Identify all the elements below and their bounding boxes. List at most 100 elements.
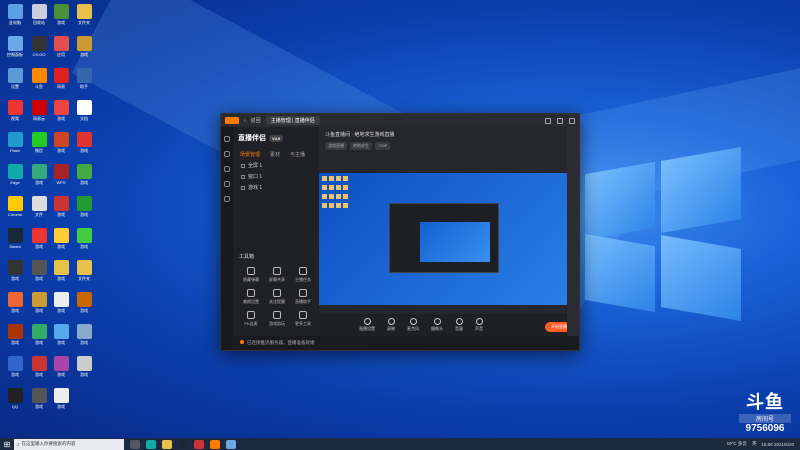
desktop-icon[interactable]: 游戏 bbox=[28, 260, 50, 282]
desktop-icon[interactable]: 游戏 bbox=[50, 196, 72, 218]
checkbox-icon[interactable] bbox=[241, 163, 245, 168]
control-item[interactable]: 摄像头 bbox=[431, 318, 443, 332]
desktop-icon[interactable]: 游戏 bbox=[73, 228, 95, 250]
app-icon[interactable] bbox=[226, 439, 236, 449]
tab-scene[interactable]: 场景管理 bbox=[240, 151, 260, 158]
desktop-icon[interactable]: 游戏 bbox=[73, 164, 95, 186]
scene-item[interactable]: 全屏 1 bbox=[234, 160, 319, 171]
desktop-icon[interactable]: 游戏 bbox=[4, 292, 26, 314]
edge-icon[interactable] bbox=[146, 439, 156, 449]
desktop-icon[interactable]: 游戏 bbox=[73, 356, 95, 378]
desktop-icon[interactable]: WPS bbox=[50, 164, 72, 185]
desktop-icon[interactable]: 游戏 bbox=[50, 228, 72, 250]
desktop-icon[interactable]: 视频 bbox=[4, 100, 26, 122]
explorer-icon[interactable] bbox=[162, 439, 172, 449]
desktop-icon[interactable]: Steam bbox=[4, 228, 26, 249]
tool-item[interactable]: 主播任务 bbox=[290, 267, 316, 283]
tool-item[interactable]: 美颜设置 bbox=[238, 289, 264, 305]
desktop-icon[interactable]: 网易云 bbox=[28, 100, 50, 122]
desktop-icon[interactable]: 文件夹 bbox=[73, 260, 95, 282]
desktop-icon[interactable]: 游戏 bbox=[73, 292, 95, 314]
steam-icon[interactable] bbox=[178, 439, 188, 449]
desktop-icon[interactable]: 应用 bbox=[50, 36, 72, 58]
task-view-icon[interactable] bbox=[130, 439, 140, 449]
settings-icon bbox=[363, 318, 371, 325]
desktop-icon[interactable]: 游戏 bbox=[50, 100, 72, 122]
tool-item[interactable]: 屏幕共享 bbox=[264, 267, 290, 283]
desktop-icon[interactable]: 游戏 bbox=[28, 292, 50, 314]
desktop-icon[interactable]: 游戏 bbox=[73, 324, 95, 346]
tab-anchor[interactable]: 与主播 bbox=[290, 151, 305, 158]
desktop-icon[interactable]: 游戏 bbox=[73, 36, 95, 58]
desktop-icon[interactable]: 游戏 bbox=[50, 356, 72, 378]
checkbox-icon[interactable] bbox=[241, 185, 245, 190]
desktop-icon[interactable]: 网易 bbox=[50, 68, 72, 90]
rail-data-icon[interactable] bbox=[224, 181, 230, 187]
maximize-icon[interactable] bbox=[557, 117, 563, 124]
desktop-icon[interactable]: 游戏 bbox=[73, 132, 95, 154]
desktop-icon[interactable]: QQ bbox=[4, 388, 26, 409]
desktop-icon[interactable]: 回收站 bbox=[28, 4, 50, 26]
desktop-icon[interactable]: Chrome bbox=[4, 196, 26, 217]
desktop-icon[interactable]: 助手 bbox=[73, 68, 95, 90]
desktop-icon[interactable]: 游戏 bbox=[50, 292, 72, 314]
desktop-icon[interactable]: 游戏 bbox=[50, 132, 72, 154]
desktop-icon[interactable]: 斗鱼 bbox=[28, 68, 50, 90]
back-icon[interactable]: ‹ bbox=[244, 118, 246, 124]
tab-main[interactable]: 主播管理 | 直播伴侣 bbox=[265, 116, 320, 125]
desktop-icon[interactable]: 游戏 bbox=[28, 356, 50, 378]
control-item[interactable]: 声音 bbox=[475, 318, 483, 332]
desktop-icon[interactable]: CS:GO bbox=[28, 36, 50, 57]
desktop-icon[interactable]: 游戏 bbox=[50, 324, 72, 346]
nav-back-label[interactable]: 返回 bbox=[251, 117, 261, 124]
tool-item[interactable]: 关注提醒 bbox=[264, 289, 290, 305]
desktop-icon[interactable]: 游戏 bbox=[28, 228, 50, 250]
desktop-icon[interactable]: 游戏 bbox=[73, 196, 95, 218]
desktop-icon[interactable]: 游戏 bbox=[50, 4, 72, 26]
control-item[interactable]: 麦克风 bbox=[407, 318, 419, 332]
desktop-icon[interactable]: 游戏 bbox=[28, 388, 50, 410]
desktop-icon[interactable]: 游戏 bbox=[50, 260, 72, 282]
tool-item[interactable]: 直播助手 bbox=[290, 289, 316, 305]
clock[interactable]: 15:06 2021/5/20 bbox=[761, 442, 794, 447]
start-icon[interactable]: ⊞ bbox=[0, 440, 14, 449]
desktop-icon[interactable]: 游戏 bbox=[28, 324, 50, 346]
desktop-icon[interactable]: Flash bbox=[4, 132, 26, 153]
scene-item[interactable]: 游戏 1 bbox=[234, 182, 319, 193]
rail-settings-icon[interactable] bbox=[224, 196, 230, 202]
desktop-icon[interactable]: 游戏 bbox=[28, 164, 50, 186]
app-icon[interactable] bbox=[194, 439, 204, 449]
tool-item[interactable]: 隐藏弹幕 bbox=[238, 267, 264, 283]
rail-home-icon[interactable] bbox=[224, 136, 230, 142]
language-indicator[interactable]: 英 bbox=[752, 441, 757, 447]
desktop-icon[interactable]: 文件夹 bbox=[73, 4, 95, 26]
rail-tools-icon[interactable] bbox=[224, 166, 230, 172]
control-item[interactable]: 直播设置 bbox=[359, 318, 375, 332]
weather[interactable]: 19°C 多云 bbox=[727, 441, 747, 447]
stream-preview[interactable] bbox=[319, 173, 569, 305]
desktop-icon[interactable]: 控制面板 bbox=[4, 36, 26, 58]
control-item[interactable]: 录制 bbox=[387, 318, 395, 332]
douyu-taskbar-icon[interactable] bbox=[210, 439, 220, 449]
minimize-icon[interactable] bbox=[545, 117, 551, 124]
close-icon[interactable] bbox=[569, 117, 575, 124]
desktop-icon[interactable]: 游戏 bbox=[4, 356, 26, 378]
desktop-icon[interactable]: Edge bbox=[4, 164, 26, 185]
tool-item[interactable]: PK连麦 bbox=[238, 311, 264, 327]
tab-material[interactable]: 素材 bbox=[270, 151, 280, 158]
desktop-icon[interactable]: 游戏 bbox=[4, 260, 26, 282]
control-item[interactable]: 音量 bbox=[455, 318, 463, 332]
desktop-icon[interactable]: 文档 bbox=[73, 100, 95, 122]
desktop-icon[interactable]: 游戏 bbox=[50, 388, 72, 410]
checkbox-icon[interactable] bbox=[241, 174, 245, 179]
desktop-icon[interactable]: 设置 bbox=[4, 68, 26, 90]
rail-scene-icon[interactable] bbox=[224, 151, 230, 157]
taskbar-search[interactable]: ⌕ 在这里输入你要搜索的内容 bbox=[14, 438, 124, 450]
tool-item[interactable]: 游戏陪玩 bbox=[264, 311, 290, 327]
desktop-icon[interactable]: 文件 bbox=[28, 196, 50, 218]
desktop-icon[interactable]: 此电脑 bbox=[4, 4, 26, 26]
scene-item[interactable]: 窗口 1 bbox=[234, 171, 319, 182]
tool-item[interactable]: 更多工具 bbox=[290, 311, 316, 327]
desktop-icon[interactable]: 游戏 bbox=[4, 324, 26, 346]
desktop-icon[interactable]: 微信 bbox=[28, 132, 50, 154]
